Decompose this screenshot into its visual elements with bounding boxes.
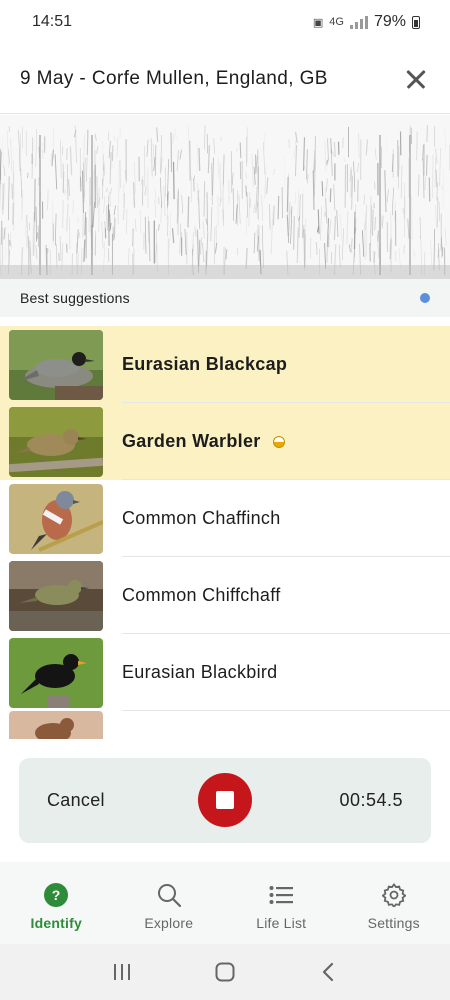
bird-thumbnail xyxy=(9,711,103,739)
species-row-common-chiffchaff[interactable]: Common Chiffchaff xyxy=(0,557,450,634)
species-name: Common Chaffinch xyxy=(122,508,281,528)
species-row-partial[interactable] xyxy=(0,711,450,739)
species-row-garden-warbler[interactable]: Garden Warbler xyxy=(0,403,450,480)
notification-icon: ▣ xyxy=(312,16,324,29)
spectrogram-graphic xyxy=(0,125,450,279)
bird-thumbnail xyxy=(9,406,103,477)
species-list[interactable]: Eurasian Blackcap Garden Warbler Common … xyxy=(0,326,450,739)
bird-thumbnail xyxy=(9,329,103,400)
list-icon xyxy=(268,882,294,908)
signal-icon xyxy=(349,15,368,29)
bird-thumbnail xyxy=(9,560,103,631)
system-navigation xyxy=(0,944,450,1000)
search-icon xyxy=(156,882,182,908)
species-name: Garden Warbler xyxy=(122,431,261,451)
recent-apps-icon[interactable] xyxy=(102,952,142,992)
svg-text:?: ? xyxy=(52,887,61,903)
battery-percent: 79% xyxy=(373,13,406,30)
nav-identify[interactable]: ? Identify xyxy=(0,862,113,944)
nav-label: Identify xyxy=(30,915,82,931)
half-circle-icon xyxy=(272,435,285,448)
back-icon[interactable] xyxy=(308,952,348,992)
species-row-common-chaffinch[interactable]: Common Chaffinch xyxy=(0,480,450,557)
listening-indicator-icon xyxy=(420,293,430,303)
status-bar: 14:51 ▣ 4G 79% xyxy=(0,0,450,44)
battery-icon xyxy=(412,15,420,29)
home-icon[interactable] xyxy=(205,952,245,992)
recording-controls: Cancel 00:54.5 xyxy=(19,758,431,843)
suggestions-label: Best suggestions xyxy=(20,290,130,306)
nav-life-list[interactable]: Life List xyxy=(225,862,338,944)
recording-header: 9 May - Corfe Mullen, England, GB xyxy=(0,44,450,114)
bottom-navigation: ? Identify Explore Life List Settings xyxy=(0,862,450,944)
species-name: Eurasian Blackbird xyxy=(122,662,278,682)
spectrogram xyxy=(0,115,450,279)
row-divider xyxy=(122,710,450,711)
species-row-eurasian-blackcap[interactable]: Eurasian Blackcap xyxy=(0,326,450,403)
stop-icon xyxy=(216,791,234,809)
nav-label: Life List xyxy=(256,915,307,931)
cancel-button[interactable]: Cancel xyxy=(47,790,105,811)
close-icon[interactable] xyxy=(402,65,430,93)
species-name: Eurasian Blackcap xyxy=(122,354,288,374)
species-name: Common Chiffchaff xyxy=(122,585,281,605)
recording-timer: 00:54.5 xyxy=(339,790,403,810)
nav-settings[interactable]: Settings xyxy=(338,862,450,944)
stop-recording-button[interactable] xyxy=(198,773,252,827)
recording-title: 9 May - Corfe Mullen, England, GB xyxy=(20,67,328,89)
nav-label: Explore xyxy=(144,915,194,931)
bird-thumbnail xyxy=(9,483,103,554)
species-row-eurasian-blackbird[interactable]: Eurasian Blackbird xyxy=(0,634,450,711)
bird-thumbnail xyxy=(9,637,103,708)
nav-explore[interactable]: Explore xyxy=(113,862,226,944)
nav-label: Settings xyxy=(367,915,420,931)
suggestions-header: Best suggestions xyxy=(0,279,450,317)
network-label: 4G xyxy=(329,16,344,28)
status-icons: ▣ 4G 79% xyxy=(313,13,420,31)
question-circle-icon: ? xyxy=(43,882,69,908)
status-time: 14:51 xyxy=(32,13,73,30)
gear-icon xyxy=(381,882,407,908)
